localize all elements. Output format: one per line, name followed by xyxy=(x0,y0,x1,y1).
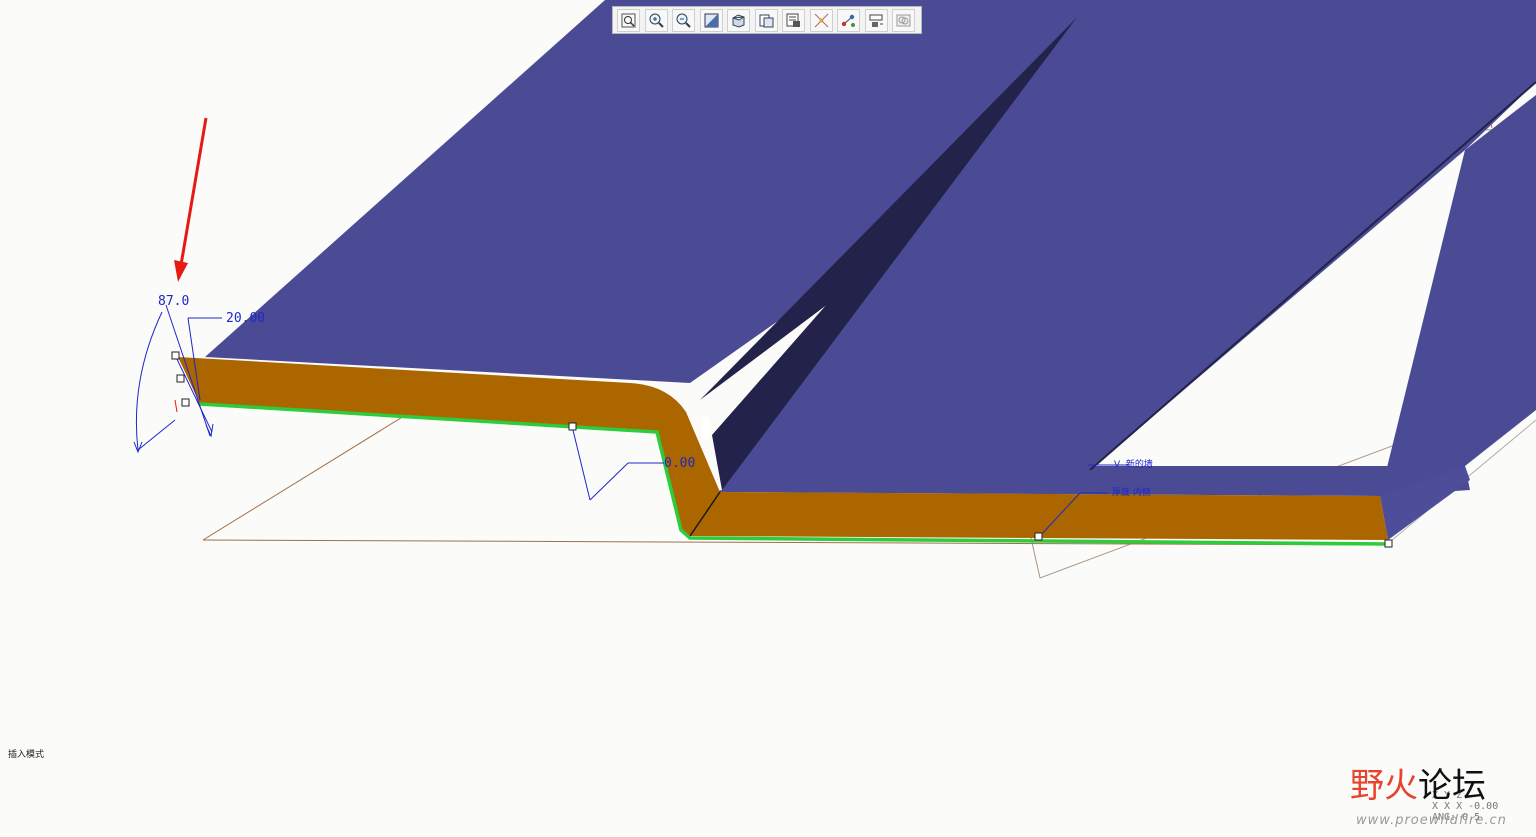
annotation-display-icon xyxy=(841,14,855,27)
angle-leader-1 xyxy=(137,419,176,451)
drag-handle-bottom xyxy=(181,398,190,407)
thickness-note[interactable]: 厚度 内侧 xyxy=(1112,489,1151,498)
repaint-button[interactable] xyxy=(699,8,723,32)
datum-plane-front xyxy=(202,399,431,541)
appearance-button[interactable] xyxy=(892,8,915,32)
display-style-icon xyxy=(732,13,745,28)
drag-handle-end xyxy=(1384,539,1393,548)
zoom-in-icon xyxy=(649,13,664,28)
angle-arc xyxy=(135,311,163,451)
datum-display-button[interactable] xyxy=(809,8,833,32)
wall-note-marker: V xyxy=(1114,460,1126,470)
angle-dimension[interactable]: 87.0 xyxy=(158,295,189,308)
drag-handle-bend xyxy=(568,422,577,431)
graphics-window[interactable]: 87.0 20.00 0.00 V 新的墙 厚度 内侧 插入模式 X Y Z X… xyxy=(0,0,1536,837)
watermark-url: www.proewildfire.cn xyxy=(1356,813,1507,828)
spin-center-icon xyxy=(869,14,883,27)
view-manager-button[interactable] xyxy=(782,8,805,32)
drag-handle-mid xyxy=(176,374,185,383)
view-manager-icon xyxy=(786,13,800,27)
offset-leader-2 xyxy=(589,462,629,501)
wall-note-text: 新的墙 xyxy=(1125,460,1153,470)
status-mode-text: 插入模式 xyxy=(8,750,45,760)
display-style-button[interactable] xyxy=(727,8,750,32)
zoom-out-button[interactable] xyxy=(672,8,695,32)
saved-views-button[interactable] xyxy=(754,8,778,32)
view-toolbar xyxy=(612,6,922,34)
drag-handle-top xyxy=(171,351,180,360)
length-dimension[interactable]: 20.00 xyxy=(226,312,265,325)
render-artifact xyxy=(701,416,711,440)
offset-leader-1 xyxy=(571,425,591,501)
appearance-icon xyxy=(896,14,911,26)
red-dash xyxy=(174,399,178,413)
annotation-display-button[interactable] xyxy=(837,8,860,32)
repaint-icon xyxy=(704,13,718,27)
watermark-part1: 野火 xyxy=(1350,766,1418,806)
offset-dimension[interactable]: 0.00 xyxy=(664,457,695,470)
zoom-in-button[interactable] xyxy=(644,8,668,32)
saved-views-icon xyxy=(759,14,773,27)
drag-handle-thickness xyxy=(1034,532,1043,541)
sheet-metal-part[interactable] xyxy=(178,0,1536,546)
wall-note[interactable]: V 新的墙 xyxy=(1114,461,1153,470)
model-viewport[interactable] xyxy=(0,0,1536,837)
watermark-part2: 论坛 xyxy=(1418,766,1486,806)
zoom-out-icon xyxy=(676,13,691,28)
refit-button[interactable] xyxy=(617,8,640,32)
forum-watermark: 野火论坛 xyxy=(1350,768,1486,804)
datum-display-icon xyxy=(814,13,828,27)
spin-center-button[interactable] xyxy=(864,8,888,32)
callout-arrow xyxy=(174,117,208,282)
refit-icon xyxy=(621,13,636,27)
